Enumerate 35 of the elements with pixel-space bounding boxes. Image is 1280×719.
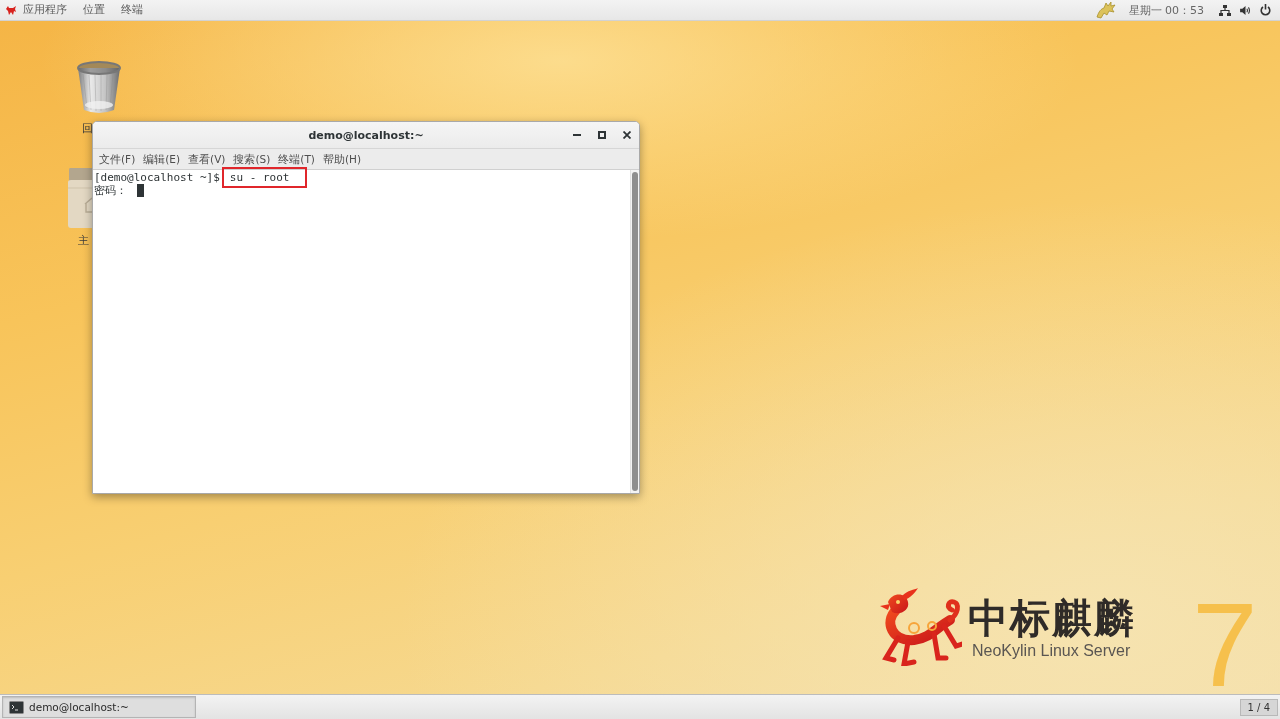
mascot-icon (1095, 1, 1116, 19)
window-title: demo@localhost:~ (308, 128, 424, 142)
menu-item[interactable]: 文件(F) (99, 152, 136, 166)
menu-item[interactable]: 搜索(S) (233, 152, 271, 166)
terminal-prompt: [demo@localhost ~]$ (94, 171, 220, 184)
version-number: 7 (1192, 599, 1258, 691)
logo-title: 中标麒麟 (968, 596, 1136, 640)
menu-item[interactable]: 终端(T) (278, 152, 315, 166)
menu-item[interactable]: 帮助(H) (322, 152, 361, 166)
logo-subtitle: NeoKylin Linux Server (972, 642, 1132, 660)
app-menu-button[interactable]: 应用程序 (5, 3, 67, 17)
terminal-command: su - root (221, 167, 308, 188)
volume-icon (1240, 5, 1251, 15)
close-icon (623, 131, 631, 139)
terminal-prompt: 密码： (94, 184, 127, 197)
power-button[interactable] (1260, 4, 1271, 16)
maximize-icon (598, 131, 606, 139)
trash-icon[interactable] (75, 60, 123, 116)
top-bar-menu[interactable]: 终端 (121, 3, 143, 17)
menu-item[interactable]: 编辑(E) (143, 152, 181, 166)
menu-item[interactable]: 查看(V) (188, 152, 226, 166)
workspace-indicator[interactable]: 1 / 4 (1239, 698, 1278, 716)
clock[interactable]: 星期一 00：53 (1128, 2, 1204, 18)
network-icon (1219, 4, 1231, 16)
animal-icon (5, 4, 17, 16)
desktop-icon-label: 主 (78, 235, 89, 247)
network-button[interactable] (1219, 4, 1231, 16)
volume-button[interactable] (1240, 5, 1251, 15)
power-icon (1260, 4, 1271, 16)
terminal-icon (9, 700, 24, 714)
scrollbar[interactable] (630, 170, 639, 493)
minimize-icon (573, 134, 581, 136)
task-button[interactable]: demo@localhost:~ (2, 696, 196, 718)
top-bar-menu[interactable]: 位置 (83, 3, 105, 17)
desktop-icon-label: 回 (82, 123, 93, 135)
